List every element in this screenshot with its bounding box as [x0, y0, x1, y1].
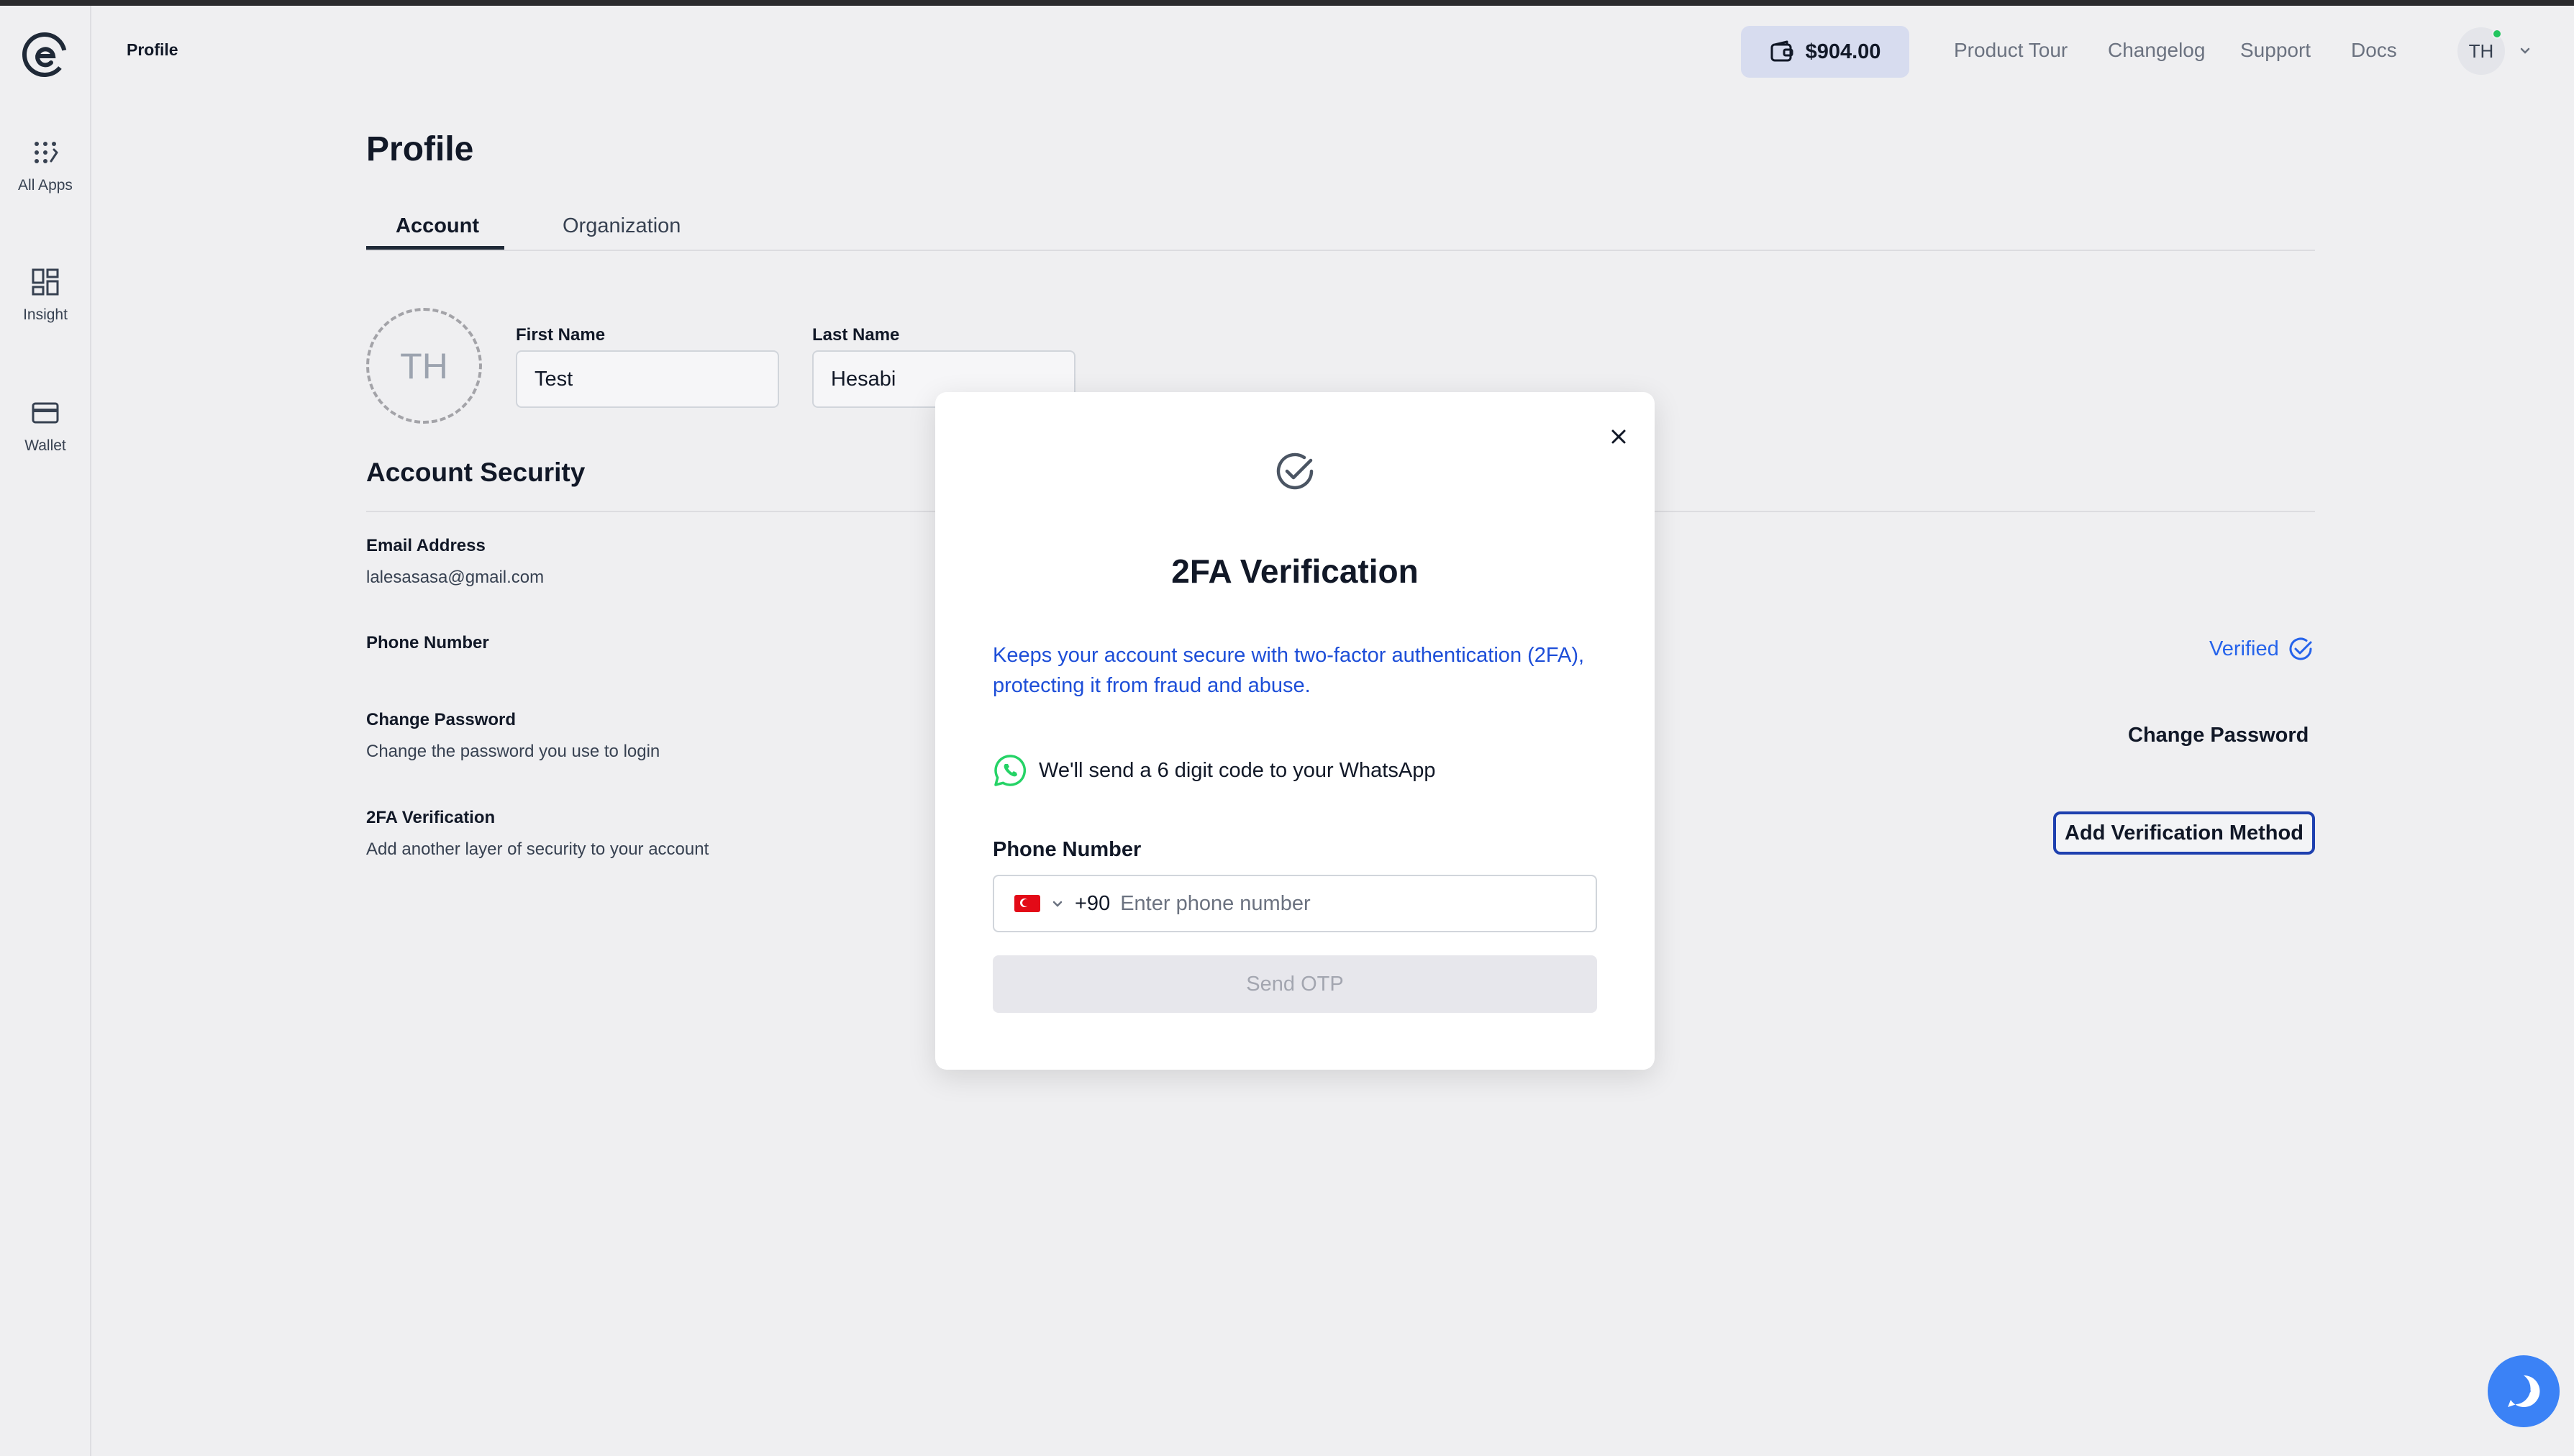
- close-button[interactable]: [1603, 421, 1634, 452]
- whatsapp-note-text: We'll send a 6 digit code to your WhatsA…: [1039, 758, 1436, 782]
- chat-support-button[interactable]: [2488, 1355, 2560, 1427]
- modal-title: 2FA Verification: [1171, 552, 1419, 590]
- turkey-flag-icon[interactable]: [1014, 895, 1040, 912]
- phone-number-label: Phone Number: [993, 838, 1142, 861]
- twofa-modal: 2FA Verification Keeps your account secu…: [935, 392, 1655, 1070]
- whatsapp-note: We'll send a 6 digit code to your WhatsA…: [993, 753, 1435, 788]
- chat-bubble-icon: [2508, 1375, 2540, 1407]
- whatsapp-icon: [994, 755, 1027, 786]
- phone-number-field: +90: [993, 875, 1597, 932]
- close-icon: [1611, 429, 1626, 444]
- check-circle-icon: [1276, 452, 1314, 490]
- send-otp-button[interactable]: Send OTP: [993, 955, 1597, 1013]
- modal-description: Keeps your account secure with two-facto…: [993, 644, 1585, 697]
- dial-code: +90: [1075, 891, 1111, 915]
- phone-input[interactable]: [1120, 891, 1575, 916]
- chevron-down-icon[interactable]: [1050, 896, 1065, 911]
